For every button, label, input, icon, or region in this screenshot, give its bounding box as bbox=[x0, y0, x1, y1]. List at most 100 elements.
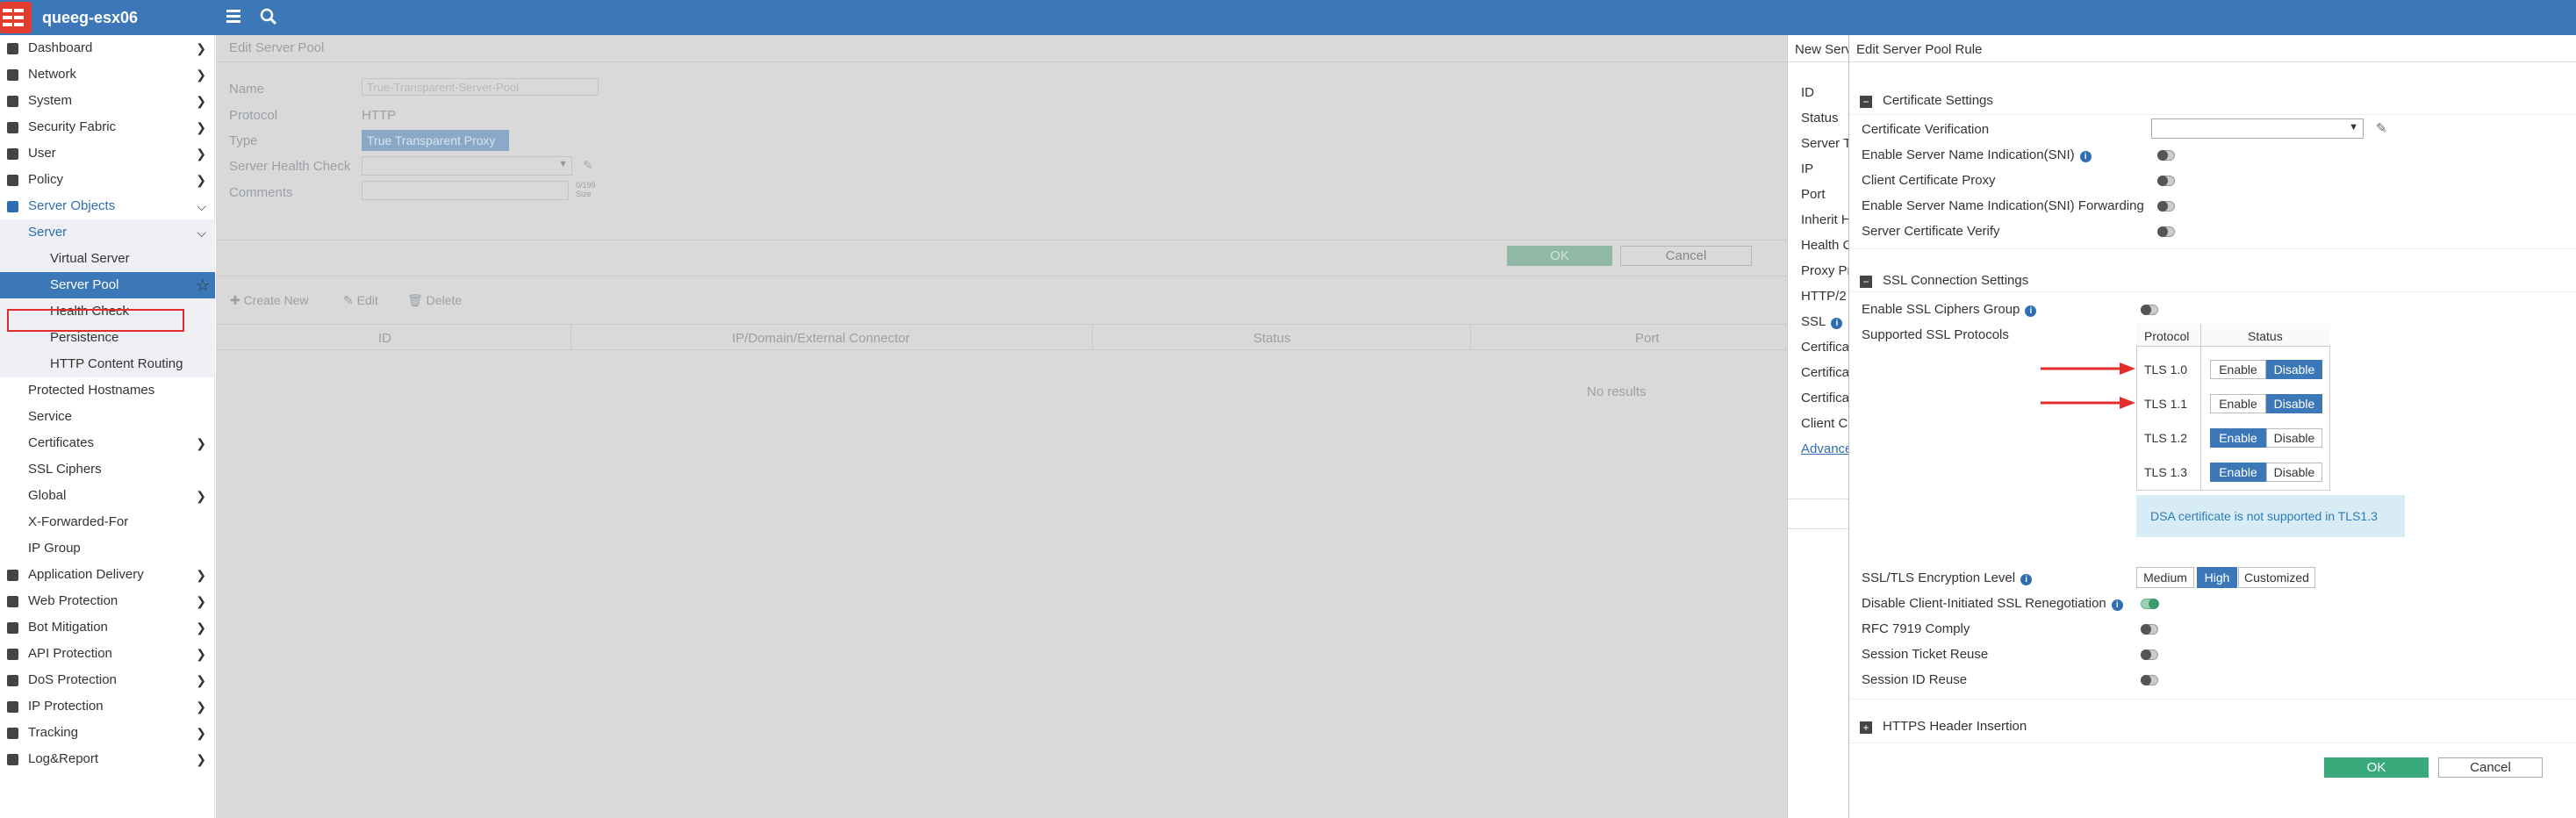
divider bbox=[1849, 114, 2576, 115]
hamburger-menu-icon[interactable] bbox=[225, 8, 242, 25]
info-icon[interactable]: i bbox=[2111, 599, 2123, 611]
sidebar-item-web-protection[interactable]: Web Protection ❯ bbox=[0, 588, 215, 614]
shield-icon bbox=[7, 675, 18, 686]
sidebar-item-ip-protection[interactable]: IP Protection ❯ bbox=[0, 693, 215, 720]
sidebar-item-security-fabric[interactable]: Security Fabric ❯ bbox=[0, 114, 215, 140]
ssl-connection-settings-label: SSL Connection Settings bbox=[1883, 273, 2029, 288]
search-icon[interactable] bbox=[259, 7, 278, 26]
divider bbox=[216, 61, 1787, 62]
sidebar-item-certificates[interactable]: Certificates ❯ bbox=[0, 430, 215, 456]
sidebar-item-protected-hostnames[interactable]: Protected Hostnames bbox=[0, 377, 215, 404]
tls11-disable-button[interactable]: Disable bbox=[2266, 394, 2322, 413]
sni-label: Enable Server Name Indication(SNI) i bbox=[1862, 147, 2092, 162]
field-label-health-check: Health C bbox=[1801, 238, 1853, 253]
sidebar-item-system[interactable]: System ❯ bbox=[0, 88, 215, 114]
sidebar-item-application-delivery[interactable]: Application Delivery ❯ bbox=[0, 562, 215, 588]
ticket-reuse-toggle[interactable] bbox=[2141, 649, 2158, 660]
column-header-port[interactable]: Port bbox=[1635, 331, 1660, 346]
level-high-button[interactable]: High bbox=[2197, 567, 2237, 588]
health-check-select[interactable]: ▼ bbox=[362, 156, 572, 176]
ssl-connection-settings-section[interactable]: − SSL Connection Settings bbox=[1860, 273, 2028, 288]
chevron-right-icon: ❯ bbox=[196, 120, 206, 134]
tls12-enable-button[interactable]: Enable bbox=[2210, 428, 2266, 448]
caret-down-icon: ▼ bbox=[2349, 122, 2358, 133]
server-cert-verify-toggle[interactable] bbox=[2157, 226, 2175, 237]
page-title: Edit Server Pool bbox=[229, 40, 325, 55]
sni-forwarding-toggle[interactable] bbox=[2157, 201, 2175, 212]
expand-icon[interactable]: + bbox=[1860, 721, 1872, 734]
sidebar-item-tracking[interactable]: Tracking ❯ bbox=[0, 720, 215, 746]
divider bbox=[1849, 248, 2576, 249]
collapse-icon[interactable]: − bbox=[1860, 96, 1872, 108]
disable-reneg-toggle[interactable] bbox=[2141, 599, 2159, 609]
tls13-enable-button[interactable]: Enable bbox=[2210, 463, 2266, 482]
api-icon bbox=[7, 649, 18, 660]
name-input[interactable]: True-Transparent-Server-Pool bbox=[362, 78, 599, 96]
delete-button[interactable]: 🗑 Delete bbox=[407, 293, 462, 308]
column-divider bbox=[2200, 324, 2201, 491]
column-header-ip[interactable]: IP/Domain/External Connector bbox=[732, 331, 910, 346]
pool-cancel-button[interactable]: Cancel bbox=[1620, 246, 1752, 266]
sidebar-item-ssl-ciphers[interactable]: SSL Ciphers bbox=[0, 456, 215, 483]
comments-textarea[interactable] bbox=[362, 181, 569, 200]
protocol-tls13-label: TLS 1.3 bbox=[2144, 465, 2188, 479]
sni-toggle[interactable] bbox=[2157, 150, 2175, 161]
info-icon[interactable]: i bbox=[2020, 574, 2033, 585]
sidebar-item-virtual-server[interactable]: Virtual Server bbox=[0, 246, 215, 272]
ok-button[interactable]: OK bbox=[2324, 757, 2429, 778]
client-cert-proxy-toggle[interactable] bbox=[2157, 176, 2175, 186]
sidebar-item-dos-protection[interactable]: DoS Protection ❯ bbox=[0, 667, 215, 693]
sidebar-item-server[interactable]: Server ⌵ bbox=[0, 219, 215, 246]
advanced-link[interactable]: Advance bbox=[1801, 441, 1852, 456]
tls10-enable-button[interactable]: Enable bbox=[2210, 360, 2266, 379]
sidebar-item-ip-group[interactable]: IP Group bbox=[0, 535, 215, 562]
https-header-insertion-section[interactable]: + HTTPS Header Insertion bbox=[1860, 719, 2027, 734]
sidebar-item-global[interactable]: Global ❯ bbox=[0, 483, 215, 509]
rfc7919-toggle[interactable] bbox=[2141, 624, 2158, 635]
sidebar-item-http-content-routing[interactable]: HTTP Content Routing bbox=[0, 351, 215, 377]
cancel-button[interactable]: Cancel bbox=[2438, 757, 2543, 778]
column-header-id[interactable]: ID bbox=[378, 331, 391, 346]
star-icon[interactable]: ☆ bbox=[196, 272, 210, 298]
field-label-certificate-3: Certifica bbox=[1801, 391, 1850, 405]
sidebar-item-user[interactable]: User ❯ bbox=[0, 140, 215, 167]
sidebar-item-dashboard[interactable]: Dashboard ❯ bbox=[0, 35, 215, 61]
column-header-status[interactable]: Status bbox=[1253, 331, 1291, 346]
sidebar-item-network[interactable]: Network ❯ bbox=[0, 61, 215, 88]
info-icon[interactable]: i bbox=[2079, 151, 2092, 162]
sidebar-item-api-protection[interactable]: API Protection ❯ bbox=[0, 641, 215, 667]
pencil-icon[interactable]: ✎ bbox=[2376, 120, 2387, 136]
divider bbox=[1849, 61, 2576, 62]
ciphers-group-label-text: Enable SSL Ciphers Group bbox=[1862, 302, 2020, 317]
tls13-disable-button[interactable]: Disable bbox=[2266, 463, 2322, 482]
divider bbox=[1788, 61, 1849, 62]
collapse-icon[interactable]: − bbox=[1860, 276, 1872, 288]
divider bbox=[216, 349, 1787, 350]
chevron-right-icon: ❯ bbox=[196, 436, 206, 450]
sidebar-item-server-pool[interactable]: Server Pool ☆ bbox=[0, 272, 215, 298]
info-icon[interactable]: i bbox=[2025, 305, 2037, 317]
certificate-settings-section[interactable]: − Certificate Settings bbox=[1860, 93, 1993, 108]
create-new-button[interactable]: ✚ Create New bbox=[230, 293, 309, 308]
sidebar-item-policy[interactable]: Policy ❯ bbox=[0, 167, 215, 193]
level-customized-button[interactable]: Customized bbox=[2238, 567, 2315, 588]
tls11-enable-button[interactable]: Enable bbox=[2210, 394, 2266, 413]
pool-ok-button[interactable]: OK bbox=[1507, 246, 1612, 266]
fortinet-logo-icon[interactable] bbox=[0, 2, 32, 33]
id-reuse-toggle[interactable] bbox=[2141, 675, 2158, 685]
cert-verification-select[interactable]: ▼ bbox=[2151, 118, 2364, 139]
tls10-disable-button[interactable]: Disable bbox=[2266, 360, 2322, 379]
ciphers-group-toggle[interactable] bbox=[2141, 305, 2158, 315]
pencil-icon[interactable]: ✎ bbox=[583, 158, 593, 173]
rfc7919-label: RFC 7919 Comply bbox=[1862, 621, 1970, 636]
sidebar-item-bot-mitigation[interactable]: Bot Mitigation ❯ bbox=[0, 614, 215, 641]
tls12-disable-button[interactable]: Disable bbox=[2266, 428, 2322, 448]
client-cert-proxy-label: Client Certificate Proxy bbox=[1862, 173, 1996, 188]
sidebar-item-service[interactable]: Service bbox=[0, 404, 215, 430]
sidebar-item-log-report[interactable]: Log&Report ❯ bbox=[0, 746, 215, 772]
edit-button[interactable]: ✎ Edit bbox=[343, 293, 378, 308]
sidebar-item-x-forwarded-for[interactable]: X-Forwarded-For bbox=[0, 509, 215, 535]
sidebar-item-server-objects[interactable]: Server Objects ⌵ bbox=[0, 193, 215, 219]
chevron-right-icon: ❯ bbox=[196, 700, 206, 714]
level-medium-button[interactable]: Medium bbox=[2136, 567, 2194, 588]
